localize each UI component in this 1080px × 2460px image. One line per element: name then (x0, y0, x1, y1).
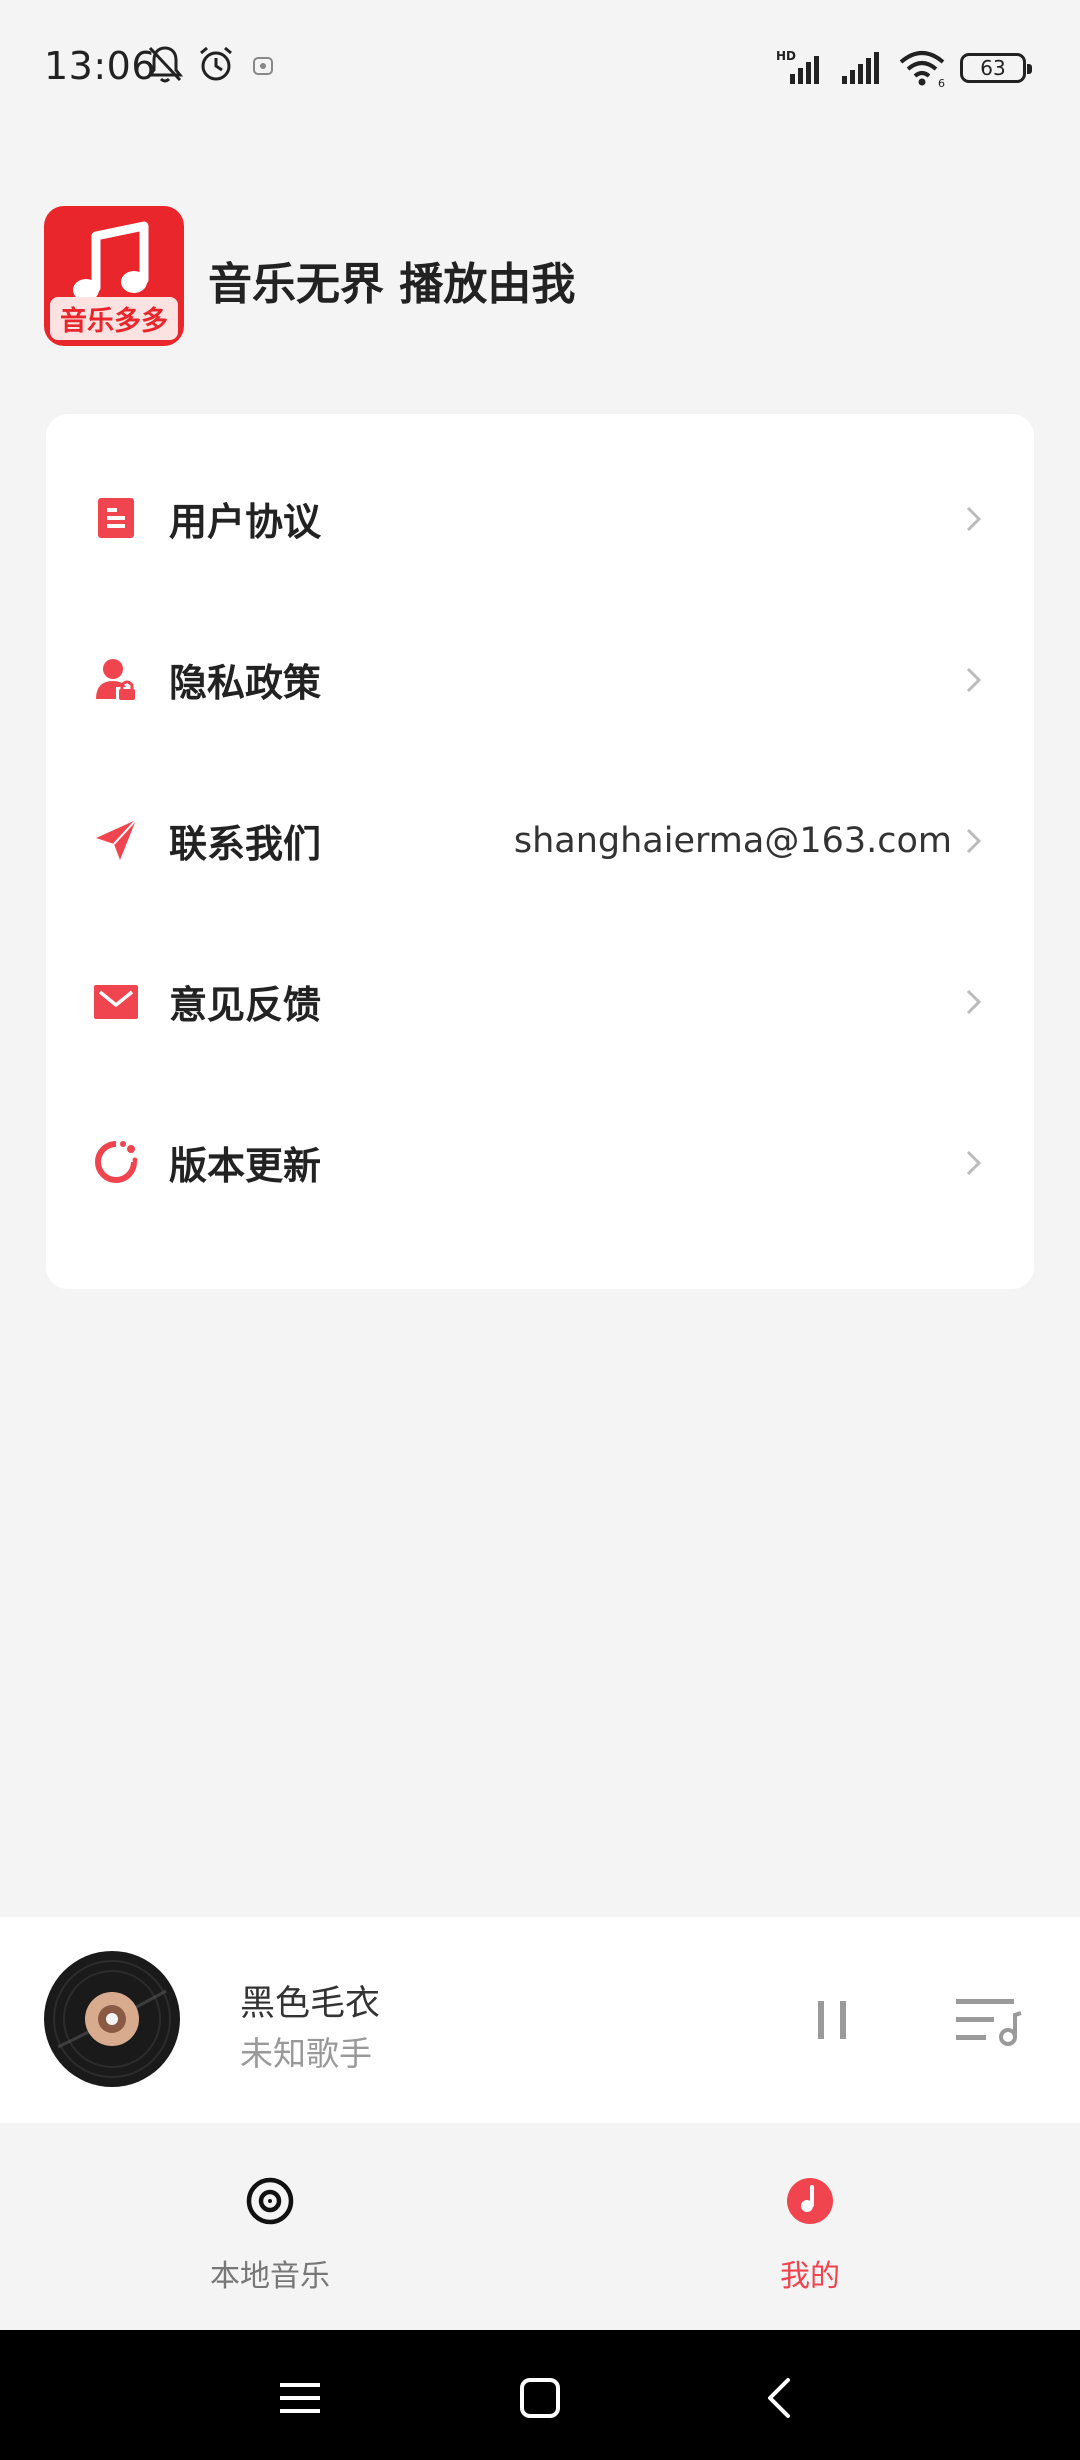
bottom-tab-bar: 本地音乐 我的 (0, 2123, 1080, 2330)
status-time: 13:06 (44, 44, 157, 88)
document-icon (98, 498, 134, 538)
settings-menu-card: 用户协议 隐私政策 联系我们 shanghaierma@163.com 意见反馈… (46, 414, 1034, 1289)
hd-signal-icon: HD (776, 49, 819, 84)
now-playing-bar[interactable]: 黑色毛衣 未知歌手 (0, 1917, 1080, 2123)
menu-label: 版本更新 (169, 1144, 322, 1188)
menu-item-version-update[interactable]: 版本更新 (46, 1082, 1034, 1243)
battery-indicator: 63 (960, 53, 1032, 83)
album-disc-icon[interactable] (44, 1951, 180, 2087)
tab-mine[interactable]: 我的 (540, 2123, 1080, 2330)
wifi-icon: 6 (899, 51, 945, 88)
menu-item-user-agreement[interactable]: 用户协议 (46, 438, 1034, 599)
app-slogan: 音乐无界 播放由我 (208, 259, 576, 310)
app-logo: 音乐多多 (44, 206, 184, 346)
home-icon[interactable] (516, 2374, 564, 2422)
screen: 13:06 HD 6 63 音乐多多 音乐无界 播放由我 用户协议 隐私政策 联… (0, 0, 1080, 2460)
signal-icon (842, 52, 879, 84)
tab-label: 本地音乐 (210, 2259, 330, 2294)
chevron-right-icon (966, 989, 982, 1015)
menu-label: 意见反馈 (169, 983, 322, 1027)
chevron-right-icon (966, 828, 982, 854)
chevron-right-icon (966, 667, 982, 693)
status-bar: 13:06 HD 6 63 (0, 0, 1080, 130)
privacy-user-icon (96, 659, 135, 700)
contact-email: shanghaierma@163.com (513, 820, 952, 861)
back-icon[interactable] (756, 2374, 804, 2422)
refresh-icon (95, 1141, 138, 1183)
system-navigation-bar (0, 2330, 1080, 2460)
send-icon (96, 819, 137, 860)
playlist-button[interactable] (954, 1993, 1024, 2049)
menu-item-contact-us[interactable]: 联系我们 shanghaierma@163.com (46, 760, 1034, 921)
menu-item-privacy-policy[interactable]: 隐私政策 (46, 599, 1034, 760)
tab-local-music[interactable]: 本地音乐 (0, 2123, 540, 2330)
menu-label: 用户协议 (169, 500, 322, 544)
notification-icon (253, 57, 273, 75)
song-title: 黑色毛衣 (240, 1984, 381, 2024)
svg-text:HD: HD (776, 49, 796, 63)
pause-button[interactable] (808, 1993, 858, 2047)
chevron-right-icon (966, 506, 982, 532)
alarm-icon (200, 46, 232, 81)
menu-item-feedback[interactable]: 意见反馈 (46, 921, 1034, 1082)
bell-off-icon (146, 46, 184, 83)
battery-level: 63 (980, 56, 1006, 80)
svg-text:6: 6 (938, 77, 945, 88)
chevron-right-icon (966, 1150, 982, 1176)
song-artist: 未知歌手 (240, 2034, 372, 2073)
mail-icon (94, 985, 138, 1019)
disc-icon (246, 2177, 294, 2225)
tab-label: 我的 (780, 2259, 840, 2294)
menu-label: 隐私政策 (169, 661, 322, 705)
logo-text: 音乐多多 (50, 297, 178, 340)
profile-icon (787, 2178, 833, 2224)
menu-label: 联系我们 (169, 822, 322, 866)
menu-icon[interactable] (276, 2374, 324, 2422)
